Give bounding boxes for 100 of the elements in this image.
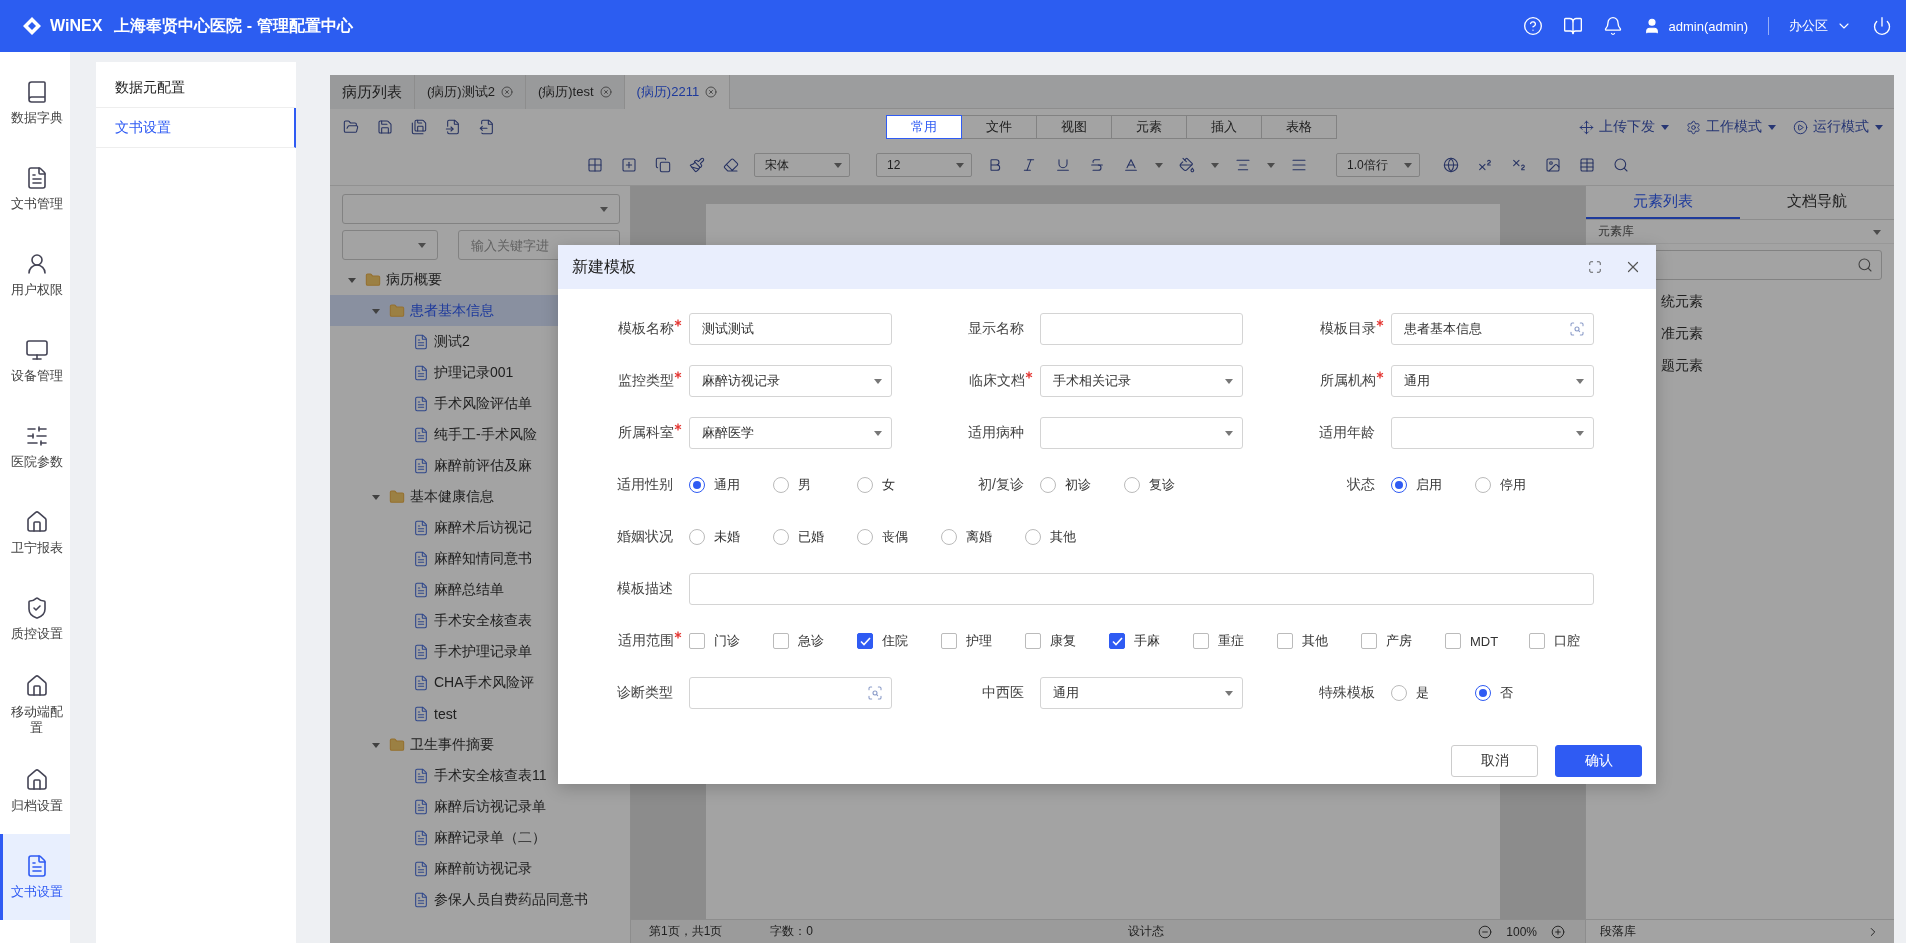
tree-item[interactable]: 卫生事件摘要	[330, 729, 630, 760]
select-field[interactable]: 麻醉医学	[689, 417, 892, 449]
document-icon	[413, 705, 429, 722]
zoom-out-icon[interactable]	[1478, 924, 1493, 939]
checkbox[interactable]	[689, 633, 705, 649]
paragraph-library-bar[interactable]: 段落库	[1586, 919, 1894, 943]
select-field[interactable]	[1040, 417, 1243, 449]
mode-menu[interactable]: 运行模式	[1793, 118, 1884, 136]
logo-text: WiNEX	[50, 17, 103, 35]
play-icon[interactable]	[1793, 119, 1808, 135]
select-field[interactable]: 通用	[1391, 365, 1594, 397]
select-field[interactable]	[1391, 417, 1594, 449]
text-field[interactable]	[1040, 313, 1243, 345]
document-tab[interactable]: (病历)2211	[624, 75, 731, 109]
cancel-button[interactable]: 取消	[1451, 745, 1538, 777]
ribbon-tab[interactable]: 表格	[1261, 115, 1337, 139]
mode-menu[interactable]: 上传下发	[1579, 118, 1670, 136]
checkbox[interactable]	[1529, 633, 1545, 649]
field-label: 状态	[1347, 476, 1376, 494]
search-icon[interactable]	[1569, 321, 1585, 337]
mode-menu[interactable]: 工作模式	[1686, 118, 1777, 136]
field-label: 显示名称	[968, 320, 1025, 338]
radio-label: 女	[882, 476, 895, 494]
checkbox[interactable]	[1025, 633, 1041, 649]
checkbox[interactable]	[857, 633, 873, 649]
description-field[interactable]	[689, 573, 1594, 605]
house-icon	[24, 767, 49, 792]
select-field[interactable]: 麻醉访视记录	[689, 365, 892, 397]
ribbon-tab[interactable]: 元素	[1111, 115, 1187, 139]
document-tab[interactable]: 病历列表	[330, 75, 415, 109]
radio-label: 否	[1500, 684, 1513, 702]
tree-item[interactable]: 麻醉知情同意书	[330, 543, 630, 574]
zoom-in-icon[interactable]	[1551, 924, 1565, 939]
checkbox[interactable]	[1193, 633, 1209, 649]
document-tab[interactable]: (病历)测试2	[415, 75, 526, 109]
workspace-menu[interactable]: 办公区	[1789, 17, 1852, 35]
nav-item[interactable]: 医院参数	[0, 404, 70, 490]
power-button[interactable]	[1872, 16, 1892, 36]
ribbon-tab[interactable]: 文件	[961, 115, 1037, 139]
tree-item[interactable]: 麻醉后访视记录单	[330, 791, 630, 822]
document-icon	[413, 457, 429, 474]
document-tab[interactable]: (病历)test	[525, 75, 625, 109]
nav-item[interactable]: 用户权限	[0, 232, 70, 318]
nav-item[interactable]: 卫宁报表	[0, 490, 70, 576]
tree-item[interactable]: 参保人员自费药品同意书	[330, 884, 630, 915]
nav-item[interactable]: 归档设置	[0, 748, 70, 834]
library-select[interactable]: 元素库	[1586, 220, 1894, 244]
search-icon[interactable]	[867, 685, 883, 701]
checkbox[interactable]	[941, 633, 957, 649]
nav-item[interactable]: 数据字典	[0, 60, 70, 146]
nav-item[interactable]: 文书管理	[0, 146, 70, 232]
zoom-level: 100%	[1506, 924, 1537, 939]
checkbox[interactable]	[1277, 633, 1293, 649]
checkbox-label: 手麻	[1134, 632, 1160, 650]
manual-button[interactable]	[1562, 16, 1583, 36]
caret-icon	[833, 160, 843, 170]
tree-item[interactable]: 麻醉记录单（二）	[330, 822, 630, 853]
select-field[interactable]: 通用	[1040, 677, 1243, 709]
line-spacing-select[interactable]: 1.0倍行	[1336, 153, 1420, 177]
nav-item[interactable]: 质控设置	[0, 576, 70, 662]
settings-icon[interactable]	[1686, 119, 1701, 135]
font-select[interactable]: 宋体	[754, 153, 850, 177]
lookup-field[interactable]	[689, 677, 892, 709]
checkbox[interactable]	[1445, 633, 1461, 649]
nav-item[interactable]: 设备管理	[0, 318, 70, 404]
close-icon[interactable]	[705, 86, 718, 98]
document-icon	[413, 364, 429, 381]
select-field[interactable]: 手术相关记录	[1040, 365, 1243, 397]
lookup-field[interactable]: 患者基本信息	[1391, 313, 1594, 345]
close-icon[interactable]	[500, 86, 513, 98]
close-icon[interactable]	[599, 86, 612, 98]
size-select[interactable]: 12	[876, 153, 972, 177]
document-icon	[413, 333, 429, 350]
confirm-button[interactable]: 确认	[1555, 745, 1642, 777]
ribbon-tab[interactable]: 常用	[886, 115, 962, 139]
checkbox[interactable]	[1361, 633, 1377, 649]
tree-item[interactable]: 手术安全核查表11	[330, 760, 630, 791]
move-icon[interactable]	[1579, 119, 1594, 135]
field-label: 婚姻状况	[617, 528, 674, 546]
radio-label: 已婚	[798, 528, 824, 546]
nav-item[interactable]: 移动端配置	[0, 662, 70, 748]
notification-button[interactable]	[1602, 16, 1623, 36]
ribbon-tab[interactable]: 插入	[1186, 115, 1262, 139]
ribbon-tab[interactable]: 视图	[1036, 115, 1112, 139]
submenu-item[interactable]: 文书设置	[96, 108, 296, 148]
document-icon	[413, 643, 429, 660]
text-field[interactable]: 测试测试	[689, 313, 892, 345]
checkbox[interactable]	[1109, 633, 1125, 649]
field-label: 临床文档	[969, 372, 1025, 390]
caret-icon	[1575, 376, 1585, 386]
tree-item[interactable]: 手术风险评估单	[330, 388, 630, 419]
help-button[interactable]	[1522, 16, 1543, 36]
document-icon	[413, 395, 429, 412]
nav-item[interactable]: 文书设置	[0, 834, 70, 920]
checkbox[interactable]	[773, 633, 789, 649]
tree-item[interactable]: 麻醉前访视记录	[330, 853, 630, 884]
caret-icon	[599, 204, 609, 214]
search-icon[interactable]	[1857, 257, 1873, 273]
user-menu[interactable]: admin(admin)	[1642, 17, 1748, 35]
field-label: 适用年龄	[1319, 424, 1376, 442]
